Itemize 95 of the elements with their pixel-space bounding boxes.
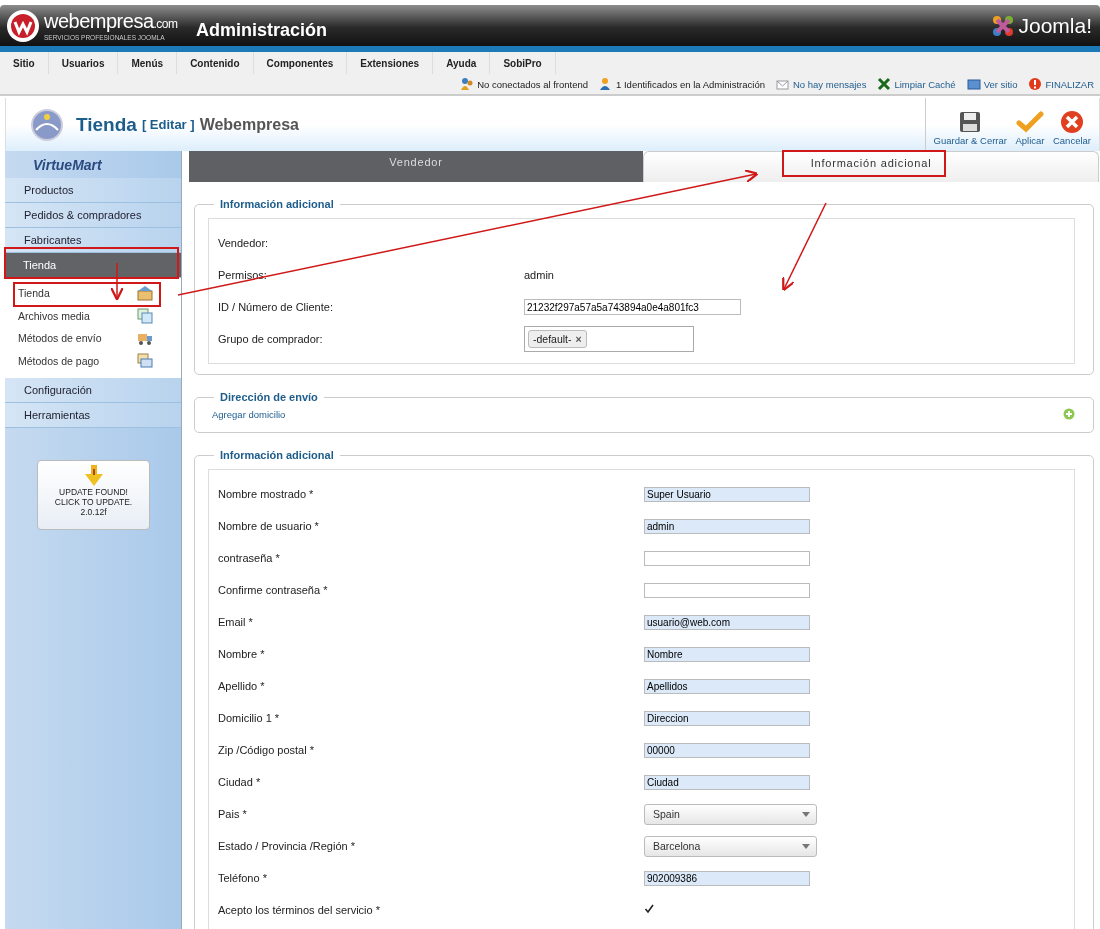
joomla-logo-text: Joomla! [1018,13,1092,38]
input-field[interactable]: Nombre [644,646,810,662]
update-notice[interactable]: UPDATE FOUND! CLICK TO UPDATE. 2.0.12f [37,460,150,530]
menu-item[interactable]: Usuarios [48,52,119,74]
submenu-item[interactable]: Archivos media [5,304,181,327]
menu-item[interactable]: Componentes [253,52,348,74]
dropdown[interactable]: Barcelona [644,835,817,857]
section-title: Dirección de envío [219,391,319,403]
menu-item[interactable]: Extensiones [347,52,434,74]
update-text: CLICK TO UPDATE. [54,497,133,507]
store-globe-icon [30,107,64,142]
toolbar-button[interactable]: Guardar & Cerrar [931,109,1009,151]
field-label: Permisos: [218,269,268,281]
download-arrow-icon [83,465,104,487]
field-label: Email * [218,616,254,628]
field-label: Apellido * [218,680,266,692]
input-field[interactable]: 902009386 [644,870,810,886]
menu-item[interactable]: SobiPro [490,52,556,74]
multi-select-field[interactable]: -default- × [524,326,694,352]
input-field[interactable]: Direccion [644,710,810,726]
field-label: Domicilio 1 * [218,712,281,724]
field-label: Confirme contraseña * [218,584,329,596]
input-field[interactable]: Ciudad [644,774,810,790]
brand-logo-icon [6,8,40,43]
field-label: Nombre de usuario * [218,520,320,532]
tag-chip[interactable]: -default- × [528,330,587,348]
edit-label: [ Editar ] [141,117,195,132]
field-label: Pais * [218,808,248,820]
menu-item[interactable]: Sitio [0,52,49,74]
field-label: ID / Número de Cliente: [218,301,334,313]
cross-icon[interactable] [877,77,892,91]
sidebar-item[interactable]: Fabricantes [5,228,181,253]
envelope-icon[interactable] [776,77,790,91]
submenu-item[interactable]: Métodos de pago [5,349,181,372]
status-text: 1 Identificados en la Administración [616,78,765,90]
status-link[interactable]: FINALIZAR [1045,78,1094,90]
brand-name: webempresa.com [44,10,178,34]
status-link[interactable]: No hay mensajes [793,78,867,90]
admin-title: Administración [196,20,328,41]
caret-icon [802,843,810,849]
caret-icon [802,811,810,817]
field-label: Teléfono * [218,872,268,884]
input-field[interactable]: admin [644,518,810,534]
field-label: Nombre * [218,648,266,660]
submenu-item[interactable]: Métodos de envío [5,327,181,350]
menu-item[interactable]: Ayuda [433,52,491,74]
sidebar-item[interactable]: Herramientas [5,403,181,428]
update-text: UPDATE FOUND! [59,487,128,497]
images-icon [137,307,153,324]
field-label: Vendedor: [218,237,270,249]
field-label: Ciudad * [218,776,262,788]
input-field[interactable]: 21232f297a57a5a743894a0e4a801fc3 [524,299,741,315]
menu-item[interactable]: Contenido [177,52,254,74]
field-label: Zip /Código postal * [218,744,315,756]
input-field[interactable]: Super Usuario [644,486,810,502]
sidebar-item[interactable]: Pedidos & compradores [5,203,181,228]
password-field[interactable] [644,582,810,598]
add-address-link[interactable]: Agregar domicilio [212,408,286,420]
status-link[interactable]: Ver sitio [983,78,1018,90]
users-icon[interactable] [460,77,475,91]
status-link[interactable]: Limpiar Caché [894,78,956,90]
submenu-item[interactable]: Tienda [5,282,181,305]
annotation-arrow [109,262,125,301]
toolbar-button[interactable]: Cancelar [1050,109,1093,151]
sidebar-item[interactable]: Productos [5,178,181,203]
password-field[interactable] [644,550,810,566]
field-label: Estado / Provincia /Región * [218,840,356,852]
checkbox[interactable] [644,904,654,914]
menu-item[interactable]: Menús [118,52,178,74]
monitor-icon[interactable] [966,77,981,91]
section-title: Información adicional [219,198,335,210]
section-title: Información adicional [219,449,335,461]
status-text: No conectados al frontend [477,78,589,90]
field-value: admin [524,269,554,281]
documents-icon [137,352,153,369]
input-field[interactable]: 00000 [644,742,810,758]
house-icon [137,285,153,302]
dropdown[interactable]: Spain [644,803,817,825]
field-label: Nombre mostrado * [218,488,315,500]
field-label: Grupo de comprador: [218,333,324,345]
page-subtitle: Webempresa [199,115,299,134]
field-label: Acepto los términos del servicio * [218,904,381,916]
field-label: contraseña * [218,552,281,564]
virtuemart-logo: VirtueMart [32,155,103,175]
checkmark-icon [1014,109,1045,135]
input-field[interactable]: Apellidos [644,678,810,694]
update-text: 2.0.12f [80,507,107,517]
tab[interactable]: Información adicional [643,151,1099,182]
toolbar-button[interactable]: Aplicar [1012,109,1047,151]
sidebar-item[interactable]: Configuración [5,378,181,403]
page-title: Tienda [76,113,137,136]
joomla-logo-icon [991,13,1016,38]
input-field[interactable]: usuario@web.com [644,614,810,630]
alert-icon[interactable] [1028,77,1043,91]
tab[interactable]: Vendedor [189,151,643,182]
